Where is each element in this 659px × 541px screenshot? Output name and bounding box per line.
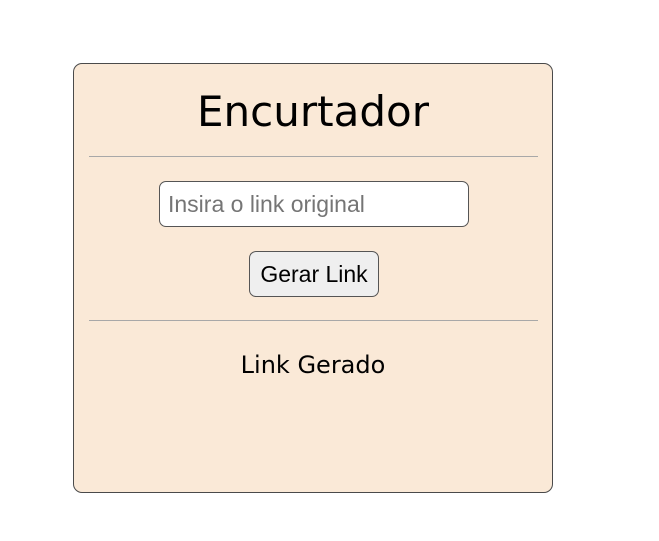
- generated-link-label: Link Gerado: [240, 351, 386, 379]
- bottom-divider: [89, 320, 538, 321]
- top-divider: [89, 156, 538, 157]
- generate-link-button[interactable]: Gerar Link: [249, 251, 379, 297]
- shortener-card: Encurtador Gerar Link Link Gerado: [73, 63, 553, 493]
- original-link-input[interactable]: [159, 181, 469, 227]
- page-title: Encurtador: [197, 87, 429, 136]
